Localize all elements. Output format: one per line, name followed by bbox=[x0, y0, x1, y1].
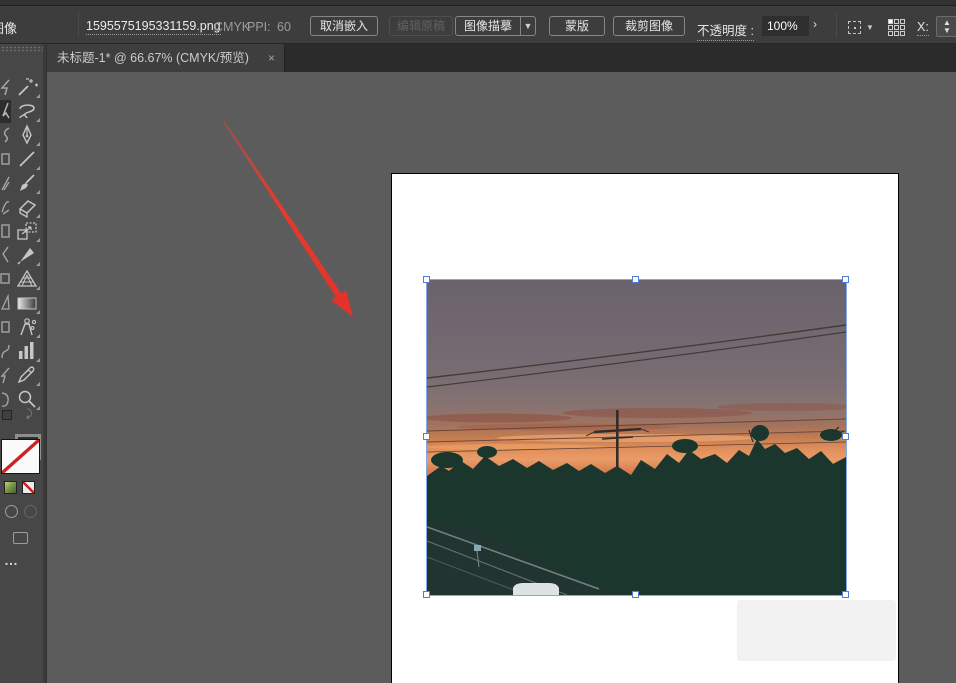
tool-fragment[interactable] bbox=[0, 196, 10, 218]
panel-grip-dots[interactable] bbox=[0, 46, 43, 52]
illustrator-window: 图像 1595575195331159.png CMYK PPI: 60 取消嵌… bbox=[0, 0, 956, 683]
tool-fragment[interactable] bbox=[0, 316, 10, 338]
symbol-sprayer-tool[interactable] bbox=[15, 316, 41, 338]
screen-mode-icon[interactable] bbox=[13, 532, 28, 544]
tool-fragment[interactable] bbox=[0, 388, 10, 410]
zoom-tool[interactable] bbox=[15, 388, 41, 410]
mask-button[interactable]: 蒙版 bbox=[549, 16, 605, 36]
chevron-down-icon[interactable]: ▼ bbox=[520, 17, 535, 35]
tool-fragment[interactable] bbox=[0, 340, 10, 362]
free-transform-tool[interactable] bbox=[15, 220, 41, 242]
panel-divider bbox=[43, 44, 47, 683]
separator bbox=[836, 12, 837, 38]
fill-color-proxy-none[interactable] bbox=[1, 439, 40, 474]
selection-handle-s[interactable] bbox=[632, 591, 639, 598]
reference-point-locator[interactable] bbox=[888, 19, 905, 36]
opacity-input[interactable]: 100% bbox=[762, 16, 809, 36]
tool-fragment[interactable] bbox=[0, 244, 10, 266]
ppi-label: PPI: bbox=[247, 20, 271, 34]
ppi-value: 60 bbox=[277, 20, 291, 34]
tool-fragment[interactable] bbox=[0, 292, 10, 314]
selection-handle-w[interactable] bbox=[423, 433, 430, 440]
document-tab-bar: 未标题-1* @ 66.67% (CMYK/预览) × bbox=[45, 44, 956, 72]
column-graph-tool[interactable] bbox=[15, 340, 41, 362]
tool-fragment[interactable] bbox=[0, 148, 10, 170]
control-bar: 图像 1595575195331159.png CMYK PPI: 60 取消嵌… bbox=[0, 6, 956, 44]
eyedropper-tool[interactable] bbox=[15, 364, 41, 386]
tool-fragment[interactable] bbox=[0, 76, 10, 98]
chevron-down-icon[interactable]: ▼ bbox=[866, 23, 874, 32]
placed-image[interactable] bbox=[427, 280, 846, 595]
x-coordinate-label[interactable]: X: bbox=[917, 20, 929, 36]
selection-handle-ne[interactable] bbox=[842, 276, 849, 283]
document-tab-title: 未标题-1* @ 66.67% (CMYK/预览) bbox=[57, 51, 249, 65]
tool-fragment[interactable] bbox=[0, 220, 10, 242]
pen-tool[interactable] bbox=[15, 124, 41, 146]
selection-handle-nw[interactable] bbox=[423, 276, 430, 283]
close-icon[interactable]: × bbox=[268, 44, 275, 72]
toolbar-overflow-button[interactable]: … bbox=[4, 552, 20, 568]
cancel-embed-button[interactable]: 取消嵌入 bbox=[310, 16, 378, 36]
tool-fragment[interactable] bbox=[0, 268, 10, 290]
magic-wand-tool[interactable] bbox=[15, 76, 41, 98]
swap-fill-stroke-icon[interactable]: ⤸ bbox=[26, 408, 33, 421]
selection-handle-n[interactable] bbox=[632, 276, 639, 283]
perspective-grid-tool[interactable] bbox=[15, 268, 41, 290]
line-segment-tool[interactable] bbox=[15, 148, 41, 170]
separator bbox=[78, 12, 79, 38]
tool-fragment[interactable] bbox=[0, 172, 10, 194]
selection-handle-se[interactable] bbox=[842, 591, 849, 598]
lasso-tool[interactable] bbox=[15, 100, 41, 122]
opacity-label-link[interactable]: 不透明度 : bbox=[697, 20, 754, 41]
color-swatch-button[interactable] bbox=[4, 481, 17, 494]
opacity-popup-chevron-icon[interactable]: › bbox=[813, 17, 817, 31]
context-panel-label: 图像 bbox=[0, 18, 17, 37]
gradient-tool[interactable] bbox=[15, 292, 41, 314]
tool-fragment[interactable] bbox=[0, 100, 10, 122]
none-swatch-button[interactable] bbox=[22, 481, 35, 494]
bounding-box-icon[interactable] bbox=[848, 21, 861, 34]
eraser-tool[interactable] bbox=[15, 196, 41, 218]
crop-image-button[interactable]: 裁剪图像 bbox=[613, 16, 685, 36]
image-trace-button-group[interactable]: 图像描摹 ▼ bbox=[455, 16, 536, 36]
sunset-photo bbox=[427, 280, 846, 595]
edit-original-button: 编辑原稿 bbox=[389, 16, 453, 36]
draw-mode-icon[interactable] bbox=[5, 505, 18, 518]
tool-fragment[interactable] bbox=[0, 364, 10, 386]
draw-mode-alt-icon[interactable] bbox=[24, 505, 37, 518]
tool-fragment[interactable] bbox=[0, 124, 10, 146]
shaper-tool[interactable] bbox=[15, 244, 41, 266]
selection-handle-sw[interactable] bbox=[423, 591, 430, 598]
document-tab[interactable]: 未标题-1* @ 66.67% (CMYK/预览) × bbox=[45, 44, 285, 72]
tools-panel: ⤸ … bbox=[0, 44, 43, 683]
color-mode-label: CMYK bbox=[214, 20, 250, 34]
watermark-block bbox=[737, 600, 896, 661]
default-fill-stroke-icon[interactable] bbox=[2, 410, 12, 420]
placed-file-name-link[interactable]: 1595575195331159.png bbox=[86, 19, 221, 35]
x-coordinate-stepper[interactable]: ▲▼ bbox=[936, 16, 956, 37]
selection-handle-e[interactable] bbox=[842, 433, 849, 440]
paintbrush-tool[interactable] bbox=[15, 172, 41, 194]
image-trace-button[interactable]: 图像描摹 bbox=[456, 17, 520, 35]
